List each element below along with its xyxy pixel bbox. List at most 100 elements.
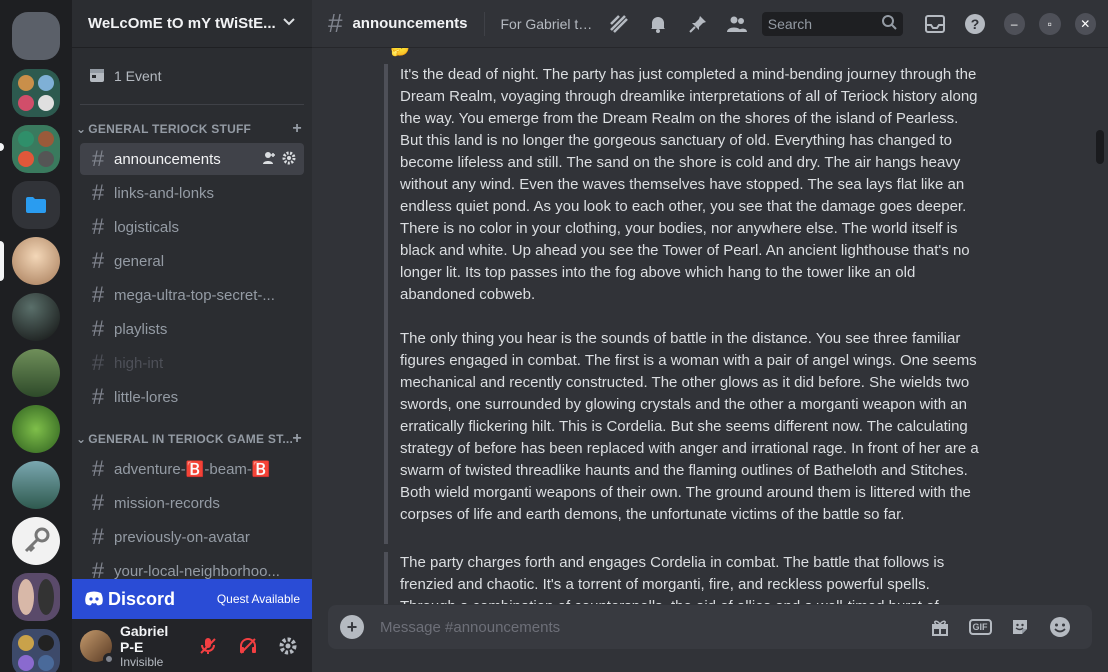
inbox-icon[interactable] — [921, 10, 950, 38]
divider — [80, 104, 304, 105]
channel-adventure-beam[interactable]: # adventure-🅱️-beam-🅱️ — [80, 453, 304, 485]
block-quote: It's the dead of night. The party has ju… — [384, 64, 984, 544]
search-input[interactable]: Search — [761, 11, 903, 36]
deafen-icon[interactable] — [232, 630, 264, 662]
channel-label: adventure-🅱️-beam-🅱️ — [114, 461, 271, 478]
channel-playlists[interactable]: # playlists — [80, 313, 304, 345]
category-general-teriock[interactable]: ⌄ GENERAL TERIOCK STUFF + — [72, 117, 312, 141]
gift-icon[interactable] — [920, 611, 960, 643]
discord-logo: Discord — [84, 589, 175, 610]
gif-icon[interactable]: GIF — [960, 611, 1000, 643]
channel-mega-ultra-top-secret[interactable]: # mega-ultra-top-secret-... — [80, 279, 304, 311]
channel-label: playlists — [114, 320, 168, 338]
server-avatar-5[interactable] — [12, 461, 60, 509]
discord-wordmark: Discord — [108, 588, 176, 609]
server-folder-1[interactable] — [12, 69, 60, 117]
message-input[interactable] — [380, 618, 920, 636]
emoji-icon[interactable] — [1040, 611, 1080, 643]
server-avatar-4[interactable] — [12, 405, 60, 453]
channel-mission-records[interactable]: # mission-records — [80, 487, 304, 519]
channel-label: high-int — [114, 354, 164, 372]
search-icon — [881, 14, 897, 33]
sticker-icon[interactable] — [1000, 611, 1040, 643]
channel-label: general — [114, 252, 165, 270]
guild-name: WeLcOmE tO mY tWiStE... — [88, 15, 276, 32]
discord-icon — [85, 591, 103, 606]
server-icon-top[interactable] — [12, 12, 60, 60]
channel-label: announcements — [114, 150, 221, 168]
channel-label: your-local-neighborhoo... — [114, 562, 280, 580]
guild-header[interactable]: WeLcOmE tO mY tWiStE... — [72, 0, 312, 48]
invite-icon[interactable] — [262, 151, 276, 168]
pin-icon[interactable] — [683, 10, 712, 38]
svg-text:?: ? — [971, 16, 980, 32]
key-icon[interactable] — [12, 517, 60, 565]
hash-icon: # — [328, 8, 343, 38]
category-general-in-teriock-game[interactable]: ⌄ GENERAL IN TERIOCK GAME ST... + — [72, 427, 312, 451]
status-invisible-icon — [103, 652, 115, 665]
message-list: 🤔 It's the dead of night. The party has … — [312, 48, 1096, 604]
server-avatar-3[interactable] — [12, 349, 60, 397]
server-folder-3[interactable] — [12, 573, 60, 621]
hash-icon: # — [91, 490, 105, 515]
threads-icon[interactable] — [604, 10, 633, 38]
hash-icon: # — [91, 316, 105, 341]
bell-icon[interactable] — [644, 10, 673, 38]
hash-icon: # — [91, 350, 105, 375]
hash-icon: # — [91, 282, 105, 307]
channel-little-lores[interactable]: # little-lores — [80, 381, 304, 413]
quest-banner[interactable]: Discord Quest Available — [72, 579, 312, 619]
channel-high-int[interactable]: # high-int — [80, 347, 304, 379]
mute-mic-icon[interactable] — [192, 630, 224, 662]
search-placeholder: Search — [767, 15, 813, 32]
user-panel: Gabriel P-E Invisible — [72, 619, 312, 672]
hash-icon: # — [91, 146, 105, 171]
message-paragraph: The party charges forth and engages Cord… — [400, 554, 945, 604]
avatar[interactable] — [80, 629, 115, 665]
events-label: 1 Event — [114, 68, 162, 84]
minimize-button[interactable]: – — [1003, 12, 1026, 35]
hash-icon: # — [91, 384, 105, 409]
channel-label: previously-on-avatar — [114, 528, 250, 546]
channel-previously-on-avatar[interactable]: # previously-on-avatar — [80, 521, 304, 553]
scrollbar-thumb[interactable] — [1096, 130, 1104, 164]
plus-icon[interactable]: + — [292, 120, 302, 138]
events-item[interactable]: 1 Event — [72, 56, 312, 96]
main-panel: # announcements For Gabriel to ... Searc… — [312, 0, 1108, 672]
plus-icon[interactable]: + — [292, 430, 302, 448]
hash-icon: # — [91, 248, 105, 273]
channel-label: links-and-lonks — [114, 184, 215, 202]
selected-pill — [0, 241, 4, 281]
channel-announcements[interactable]: # announcements — [80, 143, 304, 175]
channel-logisticals[interactable]: # logisticals — [80, 211, 304, 243]
category-label: GENERAL TERIOCK STUFF — [88, 122, 252, 136]
maximize-button[interactable]: ▫ — [1039, 12, 1061, 35]
server-avatar-1[interactable] — [12, 237, 60, 285]
gear-icon[interactable] — [272, 630, 304, 662]
folder-icon[interactable] — [12, 181, 60, 229]
unread-pill — [0, 143, 4, 151]
help-icon[interactable]: ? — [960, 10, 989, 38]
hash-icon: # — [91, 456, 105, 481]
message-paragraph: It's the dead of night. The party has ju… — [400, 66, 978, 303]
channel-links-and-lonks[interactable]: # links-and-lonks — [80, 177, 304, 209]
username: Gabriel P-E — [120, 622, 169, 655]
members-icon[interactable] — [722, 10, 751, 38]
message-composer: + GIF — [328, 605, 1092, 649]
channel-topic[interactable]: For Gabriel to ... — [500, 16, 594, 32]
channel-label: little-lores — [114, 388, 179, 406]
server-folder-2[interactable] — [12, 125, 60, 173]
server-avatar-2[interactable] — [12, 293, 60, 341]
user-info[interactable]: Gabriel P-E Invisible — [120, 623, 184, 669]
channel-header: # announcements For Gabriel to ... Searc… — [312, 0, 1108, 48]
gear-icon[interactable] — [282, 151, 296, 168]
server-folder-4[interactable] — [12, 629, 60, 672]
emoji-reaction-partial: 🤔 — [390, 48, 410, 57]
close-button[interactable]: ✕ — [1074, 12, 1097, 35]
plus-icon[interactable]: + — [340, 615, 364, 639]
channel-sidebar: WeLcOmE tO mY tWiStE... 1 Event ⌄ GENERAL… — [72, 0, 312, 672]
user-status: Invisible — [120, 654, 164, 669]
calendar-icon — [88, 66, 106, 87]
divider — [483, 11, 485, 36]
channel-general[interactable]: # general — [80, 245, 304, 277]
